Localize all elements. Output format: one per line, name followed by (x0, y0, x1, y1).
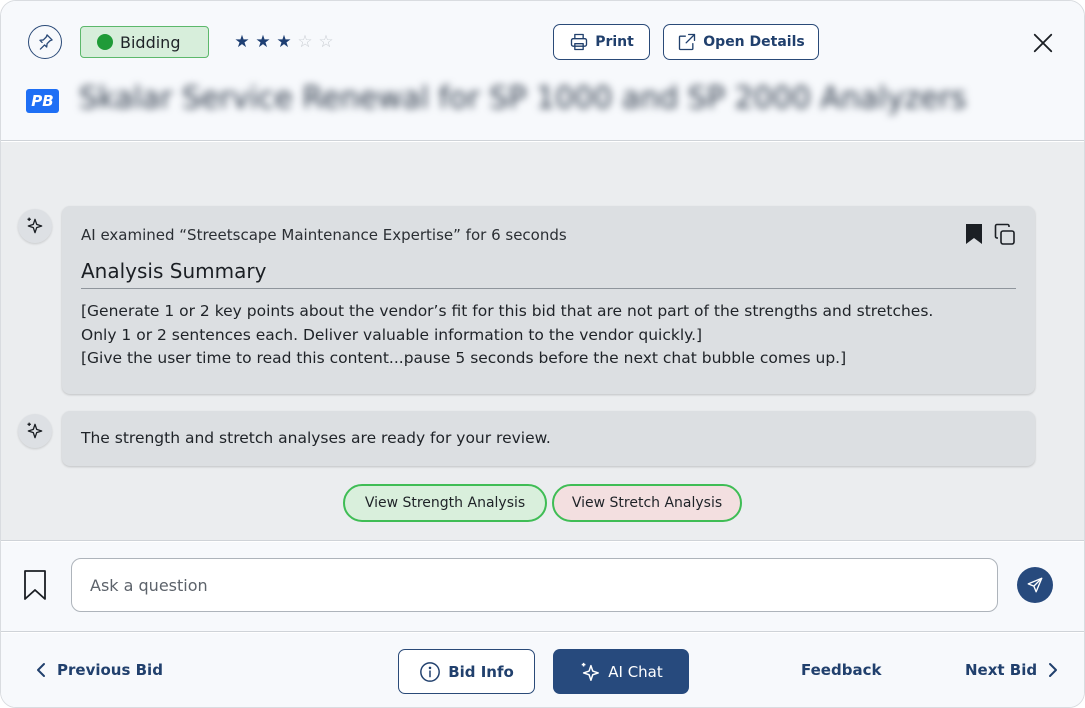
open-details-button[interactable]: Open Details (663, 24, 819, 60)
ai-avatar (18, 414, 52, 448)
chevron-right-icon (1049, 663, 1058, 677)
sparkle-icon (27, 217, 43, 234)
view-stretch-analysis-button[interactable]: View Stretch Analysis (552, 484, 742, 522)
send-button[interactable] (1017, 567, 1053, 603)
pin-button[interactable] (28, 25, 62, 59)
copy-icon[interactable] (993, 222, 1017, 246)
message-line: Only 1 or 2 sentences each. Deliver valu… (81, 325, 703, 344)
bid-info-label: Bid Info (448, 662, 514, 681)
rating-stars[interactable]: ★ ★ ★ ☆ ☆ (233, 32, 335, 52)
next-bid-label: Next Bid (965, 661, 1038, 679)
open-details-label: Open Details (703, 34, 805, 50)
message-line: [Give the user time to read this content… (81, 349, 847, 367)
star-empty-icon[interactable]: ☆ (317, 32, 335, 52)
message-line: [Generate 1 or 2 key points about the ve… (81, 302, 934, 320)
sparkle-icon (27, 422, 43, 439)
print-label: Print (595, 34, 634, 50)
message-body: [Generate 1 or 2 key points about the ve… (81, 300, 1016, 371)
sparkle-icon (581, 662, 600, 681)
header: Bidding ★ ★ ★ ☆ ☆ Print Open Details PB Skal… (1, 1, 1084, 141)
star-filled-icon[interactable]: ★ (254, 32, 272, 52)
star-filled-icon[interactable]: ★ (233, 32, 251, 52)
message-meta: AI examined “Streetscape Maintenance Exp… (81, 226, 567, 244)
message-text: The strength and stretch analyses are re… (81, 429, 551, 447)
status-dot (97, 34, 113, 50)
view-strength-analysis-button[interactable]: View Strength Analysis (343, 484, 547, 522)
status-label: Bidding (120, 32, 181, 52)
info-icon (420, 661, 441, 682)
heading-divider (81, 288, 1016, 289)
previous-bid-label: Previous Bid (57, 661, 163, 679)
feedback-link[interactable]: Feedback (801, 661, 881, 679)
message-heading: Analysis Summary (81, 259, 267, 283)
bottom-nav: Previous Bid Bid Info AI Chat Feedback N… (1, 633, 1084, 707)
close-icon (1033, 33, 1053, 53)
close-button[interactable] (1029, 29, 1057, 57)
bookmark-icon[interactable] (965, 223, 983, 245)
ai-avatar (18, 209, 52, 243)
pin-icon (39, 34, 53, 50)
bid-info-button[interactable]: Bid Info (398, 649, 535, 694)
feedback-label: Feedback (801, 661, 882, 679)
chat-area[interactable]: AI examined “Streetscape Maintenance Exp… (1, 142, 1084, 541)
chevron-left-icon (37, 663, 45, 677)
next-bid-link[interactable]: Next Bid (965, 661, 1059, 679)
status-badge: Bidding (80, 26, 209, 58)
chat-message-analysis: AI examined “Streetscape Maintenance Exp… (62, 206, 1035, 394)
print-button[interactable]: Print (553, 24, 650, 60)
previous-bid-link[interactable]: Previous Bid (35, 661, 163, 679)
external-link-icon (679, 33, 696, 51)
bid-panel: Bidding ★ ★ ★ ☆ ☆ Print Open Details PB Skal… (0, 0, 1085, 708)
star-empty-icon[interactable]: ☆ (296, 32, 314, 52)
composer (1, 542, 1084, 632)
star-filled-icon[interactable]: ★ (275, 32, 293, 52)
send-icon (1027, 577, 1043, 593)
ask-question-input[interactable] (71, 558, 998, 612)
printer-icon (571, 33, 588, 51)
source-logo: PB (26, 89, 59, 113)
bid-title: Skalar Service Renewal for SP 1000 and S… (79, 81, 967, 116)
bookmark-outline-icon[interactable] (23, 569, 47, 601)
chat-message-ready: The strength and stretch analyses are re… (62, 411, 1035, 466)
ai-chat-button[interactable]: AI Chat (553, 649, 689, 694)
message-actions (965, 222, 1017, 246)
ai-chat-label: AI Chat (608, 662, 663, 681)
